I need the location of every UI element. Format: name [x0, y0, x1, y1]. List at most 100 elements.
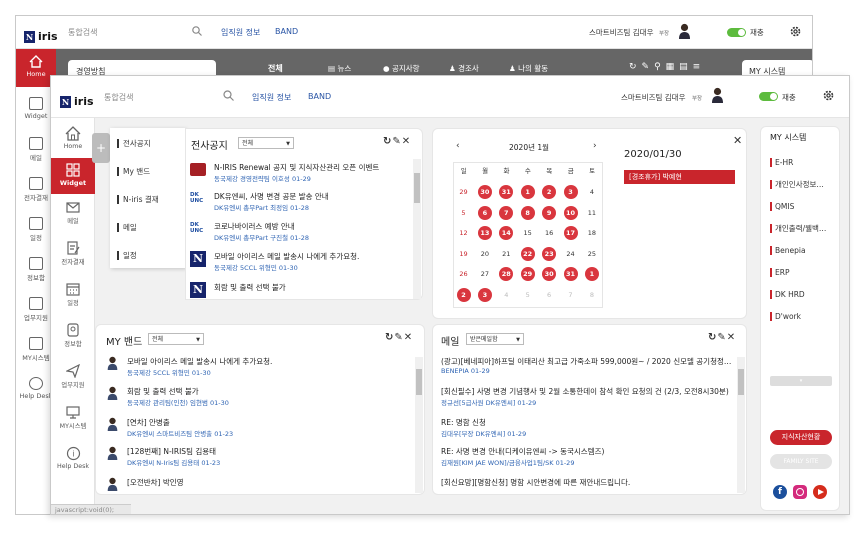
status-toggle[interactable] [727, 28, 746, 37]
calendar-day[interactable]: 3 [563, 185, 578, 199]
calendar-event[interactable]: [경조휴가] 박예현 [624, 170, 735, 184]
calendar-day[interactable]: 22 [520, 246, 535, 261]
widget-menu-item[interactable]: My 밴드 [117, 167, 150, 176]
calendar-day[interactable]: 21 [499, 247, 513, 261]
search-icon[interactable] [223, 90, 234, 101]
tab-notice[interactable]: ● 공지사항 [383, 63, 420, 74]
search-input[interactable]: 통합검색 [104, 92, 133, 103]
my-system-item[interactable]: D'work [770, 312, 834, 321]
scroll-thumb[interactable] [416, 369, 422, 395]
list-item[interactable]: DK UNC DK유엔씨, 사명 변경 공문 발송 안내 DK유엔씨 총무Part … [190, 191, 412, 217]
calendar-day[interactable]: 20 [478, 247, 492, 261]
calendar-day[interactable]: 4 [585, 185, 599, 199]
calendar-day[interactable]: 25 [585, 247, 599, 261]
sidebar-item-helpdesk[interactable]: i Help Desk [54, 446, 92, 470]
youtube-icon[interactable] [813, 485, 827, 499]
widget-menu-item[interactable]: 일정 [117, 251, 137, 260]
calendar-day[interactable]: 18 [585, 226, 599, 240]
family-site-button[interactable]: FAMILY SITE [770, 454, 832, 469]
list-item[interactable]: RE: 명함 신청 김대우[부장 DK유엔씨] 01-29 [441, 417, 735, 443]
back-search-label[interactable]: 통합검색 [68, 27, 97, 38]
calendar-next-button[interactable]: › [593, 141, 597, 151]
calendar-day[interactable]: 5 [457, 206, 471, 220]
sidebar-item-home[interactable]: Home [54, 126, 92, 150]
sidebar-item-mail[interactable]: 메일 [54, 200, 92, 225]
calendar-day[interactable]: 6 [477, 205, 492, 220]
close-icon[interactable]: ✕ [733, 134, 742, 147]
panel-controls[interactable]: ↻✎✕ [383, 136, 411, 147]
logo[interactable]: Niris [60, 90, 94, 109]
calendar-day[interactable]: 7 [499, 205, 514, 220]
knowledge-button[interactable]: 지식자산현황 [770, 430, 832, 445]
my-system-item[interactable]: ERP [770, 268, 834, 277]
widget-menu-item[interactable]: N-iris 결재 [117, 195, 159, 204]
list-item[interactable]: [회신요망][명함신청] 명함 시안변경에 따른 재안내드립니다. [441, 477, 735, 503]
calendar-day[interactable]: 6 [542, 288, 556, 302]
list-item[interactable]: [연차] 안병출 DK유엔씨 스마트비즈팀 안병출 01-23 [104, 417, 414, 443]
calendar-day[interactable]: 26 [457, 267, 471, 281]
collapse-button[interactable]: ▾ [770, 376, 832, 386]
calendar-day[interactable]: 17 [563, 226, 578, 241]
tab-all[interactable]: 전체 [268, 63, 283, 74]
calendar-day[interactable]: 29 [520, 267, 535, 282]
avatar[interactable] [711, 87, 724, 103]
my-system-item[interactable]: QMIS [770, 202, 834, 211]
list-item[interactable]: [오전반차] 박인영 [104, 477, 414, 503]
calendar-day[interactable]: 5 [521, 288, 535, 302]
gear-icon[interactable] [789, 25, 802, 38]
calendar-day[interactable]: 1 [520, 185, 535, 199]
sidebar-item-widget[interactable]: Widget [51, 158, 95, 194]
mailbox-select[interactable]: 받은메일함 ▼ [466, 333, 524, 345]
list-item[interactable]: N 모바일 아이리스 메일 발송시 나에게 추가요청. 동국제강 5CCL 위형민 … [190, 251, 412, 277]
calendar-day[interactable]: 23 [542, 246, 557, 261]
calendar-day[interactable]: 2 [456, 288, 471, 302]
calendar-day[interactable]: 10 [563, 205, 578, 220]
scrollbar[interactable] [415, 357, 423, 493]
calendar-day[interactable]: 31 [563, 267, 578, 282]
calendar-day[interactable]: 7 [564, 288, 578, 302]
calendar-day[interactable]: 24 [564, 247, 578, 261]
link-band[interactable]: BAND [308, 92, 331, 101]
calendar-day[interactable]: 9 [542, 205, 557, 220]
tab-news[interactable]: ▤ 뉴스 [328, 63, 351, 74]
list-item[interactable]: RE: 사명 변경 안내(디케이유엔씨 -> 동국시스템즈) 김재원[KIM JA… [441, 446, 735, 472]
back-link-band[interactable]: BAND [275, 27, 298, 36]
scroll-thumb[interactable] [738, 369, 744, 395]
my-system-item[interactable]: 개인출력/웰백… [770, 224, 834, 233]
list-item[interactable]: DK UNC 코로나바이러스 예방 안내 DK유엔씨 총무Part 구진철 01-2… [190, 221, 412, 247]
list-item[interactable]: (광고)[베네피아]하프딜 이태리산 최고급 가죽소파 599,000원~ / … [441, 356, 735, 382]
search-icon[interactable] [192, 26, 202, 36]
widget-menu-item[interactable]: 메일 [117, 223, 137, 232]
list-item[interactable]: 회람 및 출력 선택 불가 동국제강 관리팀(인천) 임현범 01-30 [104, 386, 414, 412]
sidebar-item-mysystem[interactable]: MY시스템 [54, 405, 92, 430]
link-employee-info[interactable]: 임직원 정보 [252, 92, 291, 103]
sidebar-item-approval[interactable]: 전자결재 [54, 241, 92, 266]
back-toolbar-icons[interactable]: ↻✎⚲▦▤≡ [629, 62, 705, 72]
tab-events[interactable]: ♟ 경조사 [449, 63, 479, 74]
scroll-thumb[interactable] [414, 173, 420, 203]
panel-controls[interactable]: ↻✎✕ [385, 332, 413, 343]
band-filter-select[interactable]: 전체 ▼ [148, 333, 204, 345]
scrollbar[interactable] [413, 159, 421, 299]
back-link-employee[interactable]: 임직원 정보 [221, 27, 260, 38]
calendar-day[interactable]: 8 [585, 288, 599, 302]
my-system-item[interactable]: DK HRD [770, 290, 834, 299]
list-item[interactable]: N-IRIS Renewal 공지 및 지식자산관리 오픈 이벤트 동국제강 경영… [190, 162, 412, 188]
calendar-day[interactable]: 2 [542, 185, 557, 199]
back-logo[interactable]: Niris [24, 25, 58, 44]
instagram-icon[interactable] [793, 485, 807, 499]
calendar-day[interactable]: 11 [585, 206, 599, 220]
scrollbar[interactable] [737, 357, 745, 493]
calendar-day[interactable]: 3 [477, 288, 492, 302]
calendar-day[interactable]: 13 [477, 226, 492, 241]
calendar-prev-button[interactable]: ‹ [456, 141, 460, 151]
status-toggle[interactable] [759, 92, 778, 101]
calendar-day[interactable]: 29 [457, 185, 471, 199]
panel-controls[interactable]: ↻✎✕ [708, 332, 736, 343]
list-item[interactable]: 모바일 아이리스 메일 발송시 나에게 추가요청. 동국제강 5CCL 위형민 0… [104, 356, 414, 382]
my-system-item[interactable]: 개인인사정보… [770, 180, 834, 189]
list-item[interactable]: [128번째] N-IRIS팀 김용태 DK유엔씨 N-Iris팀 김용태 01-… [104, 446, 414, 472]
calendar-day[interactable]: 8 [520, 205, 535, 220]
sidebar-item-calendar[interactable]: 일정 [54, 282, 92, 307]
calendar-day[interactable]: 12 [457, 226, 471, 240]
